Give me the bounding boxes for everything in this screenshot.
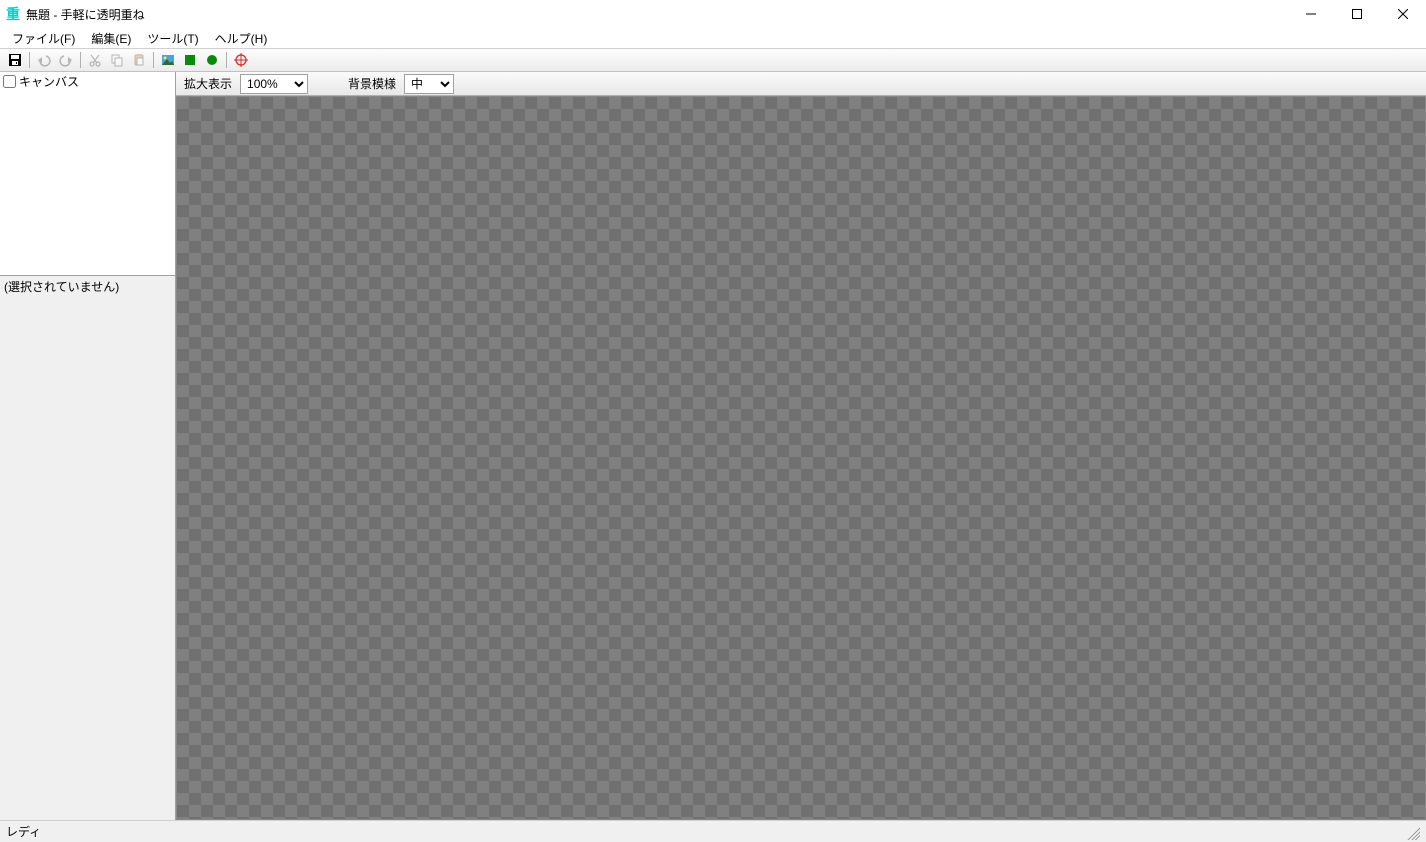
canvas-area: 拡大表示 100% 背景模様 中 xyxy=(176,72,1426,820)
maximize-button[interactable] xyxy=(1334,0,1380,28)
copy-button[interactable] xyxy=(107,50,127,70)
toolbar-separator xyxy=(153,52,154,68)
bg-pattern-select[interactable]: 中 xyxy=(404,74,454,94)
image-tool-button[interactable] xyxy=(158,50,178,70)
bg-pattern-label: 背景模様 xyxy=(348,75,396,92)
undo-button[interactable] xyxy=(34,50,54,70)
target-tool-button[interactable] xyxy=(231,50,251,70)
paste-button[interactable] xyxy=(129,50,149,70)
toolbar-separator xyxy=(80,52,81,68)
main-area: キャンバス (選択されていません) 拡大表示 100% 背景模様 中 xyxy=(0,72,1426,820)
statusbar: レディ xyxy=(0,820,1426,842)
layer-item[interactable]: キャンバス xyxy=(0,72,175,91)
menu-tool[interactable]: ツール(T) xyxy=(139,28,206,49)
save-button[interactable] xyxy=(5,50,25,70)
canvas-viewport[interactable] xyxy=(176,96,1426,820)
layer-label: キャンバス xyxy=(19,73,79,90)
square-tool-button[interactable] xyxy=(180,50,200,70)
window-controls xyxy=(1288,0,1426,28)
menu-help[interactable]: ヘルプ(H) xyxy=(207,28,276,49)
cut-button[interactable] xyxy=(85,50,105,70)
sidebar: キャンバス (選択されていません) xyxy=(0,72,176,820)
layer-visibility-checkbox[interactable] xyxy=(3,75,16,88)
selection-status: (選択されていません) xyxy=(4,280,119,294)
menubar: ファイル(F) 編集(E) ツール(T) ヘルプ(H) xyxy=(0,28,1426,48)
canvas-toolbar: 拡大表示 100% 背景模様 中 xyxy=(176,72,1426,96)
toolbar xyxy=(0,48,1426,72)
layer-panel[interactable]: キャンバス xyxy=(0,72,175,276)
titlebar: 重 無題 - 手軽に透明重ね xyxy=(0,0,1426,28)
redo-button[interactable] xyxy=(56,50,76,70)
window-title: 無題 - 手軽に透明重ね xyxy=(26,6,145,23)
resize-grip-icon[interactable] xyxy=(1404,824,1420,840)
close-button[interactable] xyxy=(1380,0,1426,28)
app-icon: 重 xyxy=(4,5,22,23)
circle-tool-button[interactable] xyxy=(202,50,222,70)
properties-panel: (選択されていません) xyxy=(0,276,175,820)
menu-edit[interactable]: 編集(E) xyxy=(83,28,139,49)
status-text: レディ xyxy=(6,823,41,840)
minimize-button[interactable] xyxy=(1288,0,1334,28)
toolbar-separator xyxy=(29,52,30,68)
zoom-select[interactable]: 100% xyxy=(240,74,308,94)
menu-file[interactable]: ファイル(F) xyxy=(4,28,83,49)
zoom-label: 拡大表示 xyxy=(184,75,232,92)
toolbar-separator xyxy=(226,52,227,68)
